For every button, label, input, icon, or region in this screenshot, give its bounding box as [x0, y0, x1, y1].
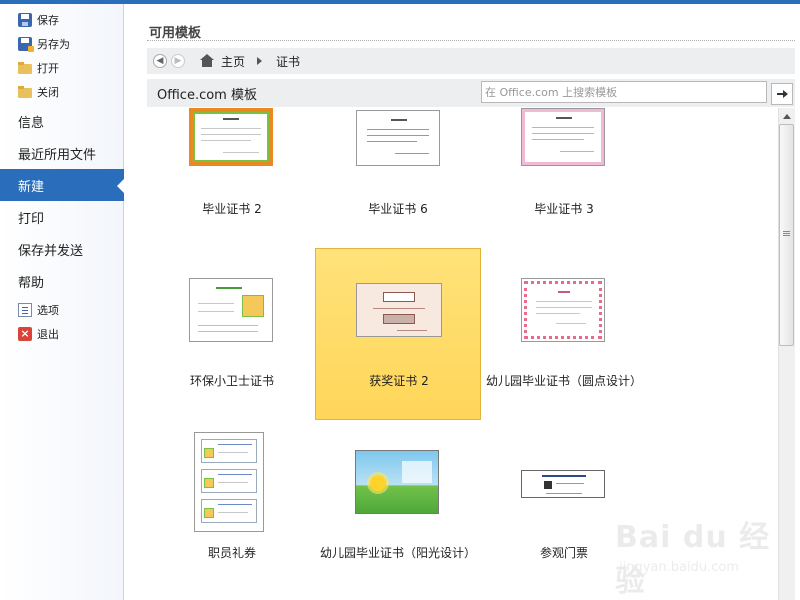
template-name: 幼儿园毕业证书（圆点设计）: [485, 374, 642, 388]
open-folder-icon: [18, 61, 32, 75]
thumb-title: [542, 475, 586, 477]
backstage-sidebar: 保存 另存为 打开 关闭 信息 最近所用文件 新建 打印 保存并发送 帮助 选项…: [0, 4, 125, 600]
home-icon[interactable]: [199, 54, 215, 68]
thumb-title: [223, 118, 239, 120]
close-folder-icon: [18, 85, 32, 99]
template-name: 毕业证书 6: [368, 202, 428, 216]
scrollbar-thumb[interactable]: [779, 124, 794, 346]
watermark-url: jingyan.baidu.com: [619, 560, 739, 575]
template-search-input[interactable]: [481, 81, 767, 103]
voucher-section: [201, 439, 257, 463]
thumb-title: [558, 291, 570, 293]
breadcrumb-current[interactable]: 证书: [276, 53, 300, 70]
template-thumbnail: [189, 108, 273, 166]
scroll-up-arrow-icon[interactable]: [778, 108, 795, 124]
chevron-right-icon: [257, 57, 263, 65]
sun-icon: [370, 475, 386, 491]
voucher-section: [201, 499, 257, 523]
sidebar-item-options[interactable]: 选项: [0, 298, 124, 322]
template-name: 环保小卫士证书: [189, 374, 274, 388]
template-thumbnail: [356, 110, 440, 166]
template-name: 毕业证书 3: [534, 202, 594, 216]
template-thumbnail: [521, 108, 605, 166]
sidebar-item-print[interactable]: 打印: [0, 201, 124, 233]
sidebar-item-save-send[interactable]: 保存并发送: [0, 233, 124, 265]
office-templates-bar: Office.com 模板: [147, 79, 795, 107]
thumb-title: [556, 117, 572, 119]
voucher-section: [201, 469, 257, 493]
thumb-dot-border: [524, 281, 602, 339]
thumb-illustration: [242, 295, 264, 317]
sidebar-item-label: 关闭: [37, 86, 59, 99]
sidebar-item-label: 另存为: [37, 38, 70, 51]
template-thumbnail: [189, 278, 273, 342]
save-as-icon: [18, 37, 34, 52]
template-item[interactable]: 职员礼券: [149, 424, 315, 596]
template-name: 毕业证书 2: [202, 202, 262, 216]
sidebar-item-new[interactable]: 新建: [0, 169, 125, 201]
sidebar-item-label: 选项: [37, 304, 59, 317]
thumb-title: [391, 119, 407, 121]
template-thumbnail: [356, 283, 442, 337]
back-arrow-icon[interactable]: ◀: [153, 54, 167, 68]
sidebar-item-label: 退出: [37, 328, 59, 341]
exit-icon: ×: [18, 327, 32, 341]
section-divider: [147, 40, 795, 41]
template-thumbnail: [194, 432, 264, 532]
sidebar-item-save[interactable]: 保存: [0, 8, 124, 32]
options-icon: [18, 303, 32, 317]
sidebar-item-label: 打开: [37, 62, 59, 75]
template-name: 幼儿园毕业证书（阳光设计）: [319, 546, 476, 560]
sidebar-item-info[interactable]: 信息: [0, 105, 124, 137]
forward-arrow-icon[interactable]: ▶: [171, 54, 185, 68]
template-item[interactable]: 幼儿园毕业证书（阳光设计）: [315, 424, 481, 596]
thumb-title: [383, 292, 415, 302]
search-go-button[interactable]: [771, 83, 793, 105]
save-icon: [18, 13, 32, 27]
section-title: 可用模板: [149, 26, 202, 41]
template-name: 获奖证书 2: [369, 374, 429, 388]
thumb-title: [216, 287, 242, 289]
template-thumbnail: [521, 470, 605, 498]
template-item[interactable]: 幼儿园毕业证书（圆点设计）: [481, 248, 647, 420]
template-thumbnail: [521, 278, 605, 342]
template-name: 职员礼券: [207, 546, 256, 560]
sidebar-item-save-as[interactable]: 另存为: [0, 32, 124, 56]
sidebar-item-exit[interactable]: × 退出: [0, 322, 124, 346]
breadcrumb: ◀ ▶ 主页 证书: [147, 48, 795, 74]
template-thumbnail: [355, 450, 439, 514]
sidebar-item-close[interactable]: 关闭: [0, 80, 124, 104]
sidebar-item-recent[interactable]: 最近所用文件: [0, 137, 124, 169]
sidebar-item-label: 保存: [37, 14, 59, 27]
watermark-logo: Bai du 经验 jingyan.baidu.com: [615, 512, 775, 599]
sidebar-item-help[interactable]: 帮助: [0, 265, 124, 297]
sidebar-item-open[interactable]: 打开: [0, 56, 124, 80]
main-panel: 可用模板 ◀ ▶ 主页 证书 Office.com 模板 毕业证书 2: [125, 4, 800, 600]
breadcrumb-home[interactable]: 主页: [221, 53, 245, 70]
office-templates-title: Office.com 模板: [157, 88, 257, 103]
template-item-selected[interactable]: 获奖证书 2: [315, 248, 481, 420]
watermark-text: Bai du 经验: [615, 520, 771, 599]
template-item[interactable]: 环保小卫士证书: [149, 248, 315, 420]
